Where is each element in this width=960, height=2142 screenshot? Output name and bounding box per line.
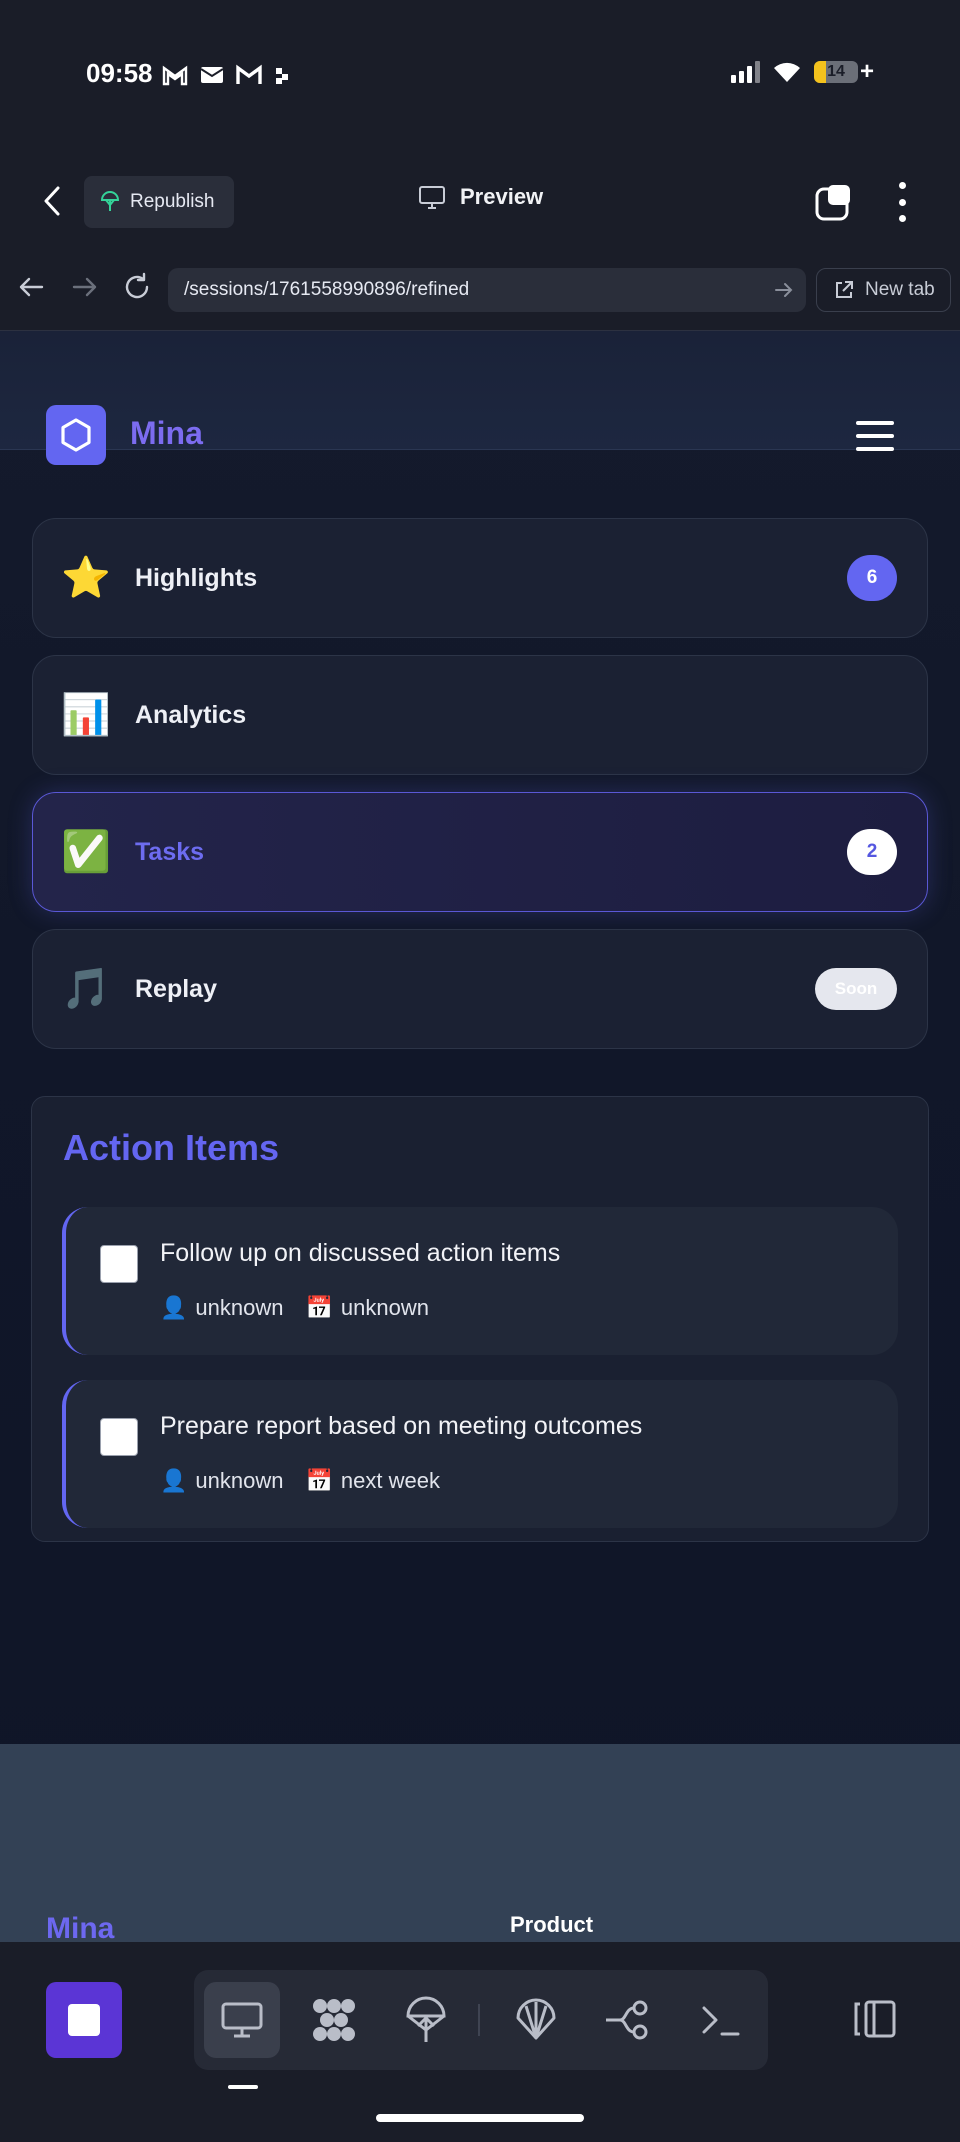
reload-icon[interactable] bbox=[122, 272, 152, 302]
stop-icon bbox=[68, 2004, 100, 2036]
mail-icon bbox=[200, 67, 224, 83]
task-title: Follow up on discussed action items bbox=[160, 1239, 561, 1267]
go-arrow-icon[interactable] bbox=[774, 280, 794, 300]
task-item: Follow up on discussed action items 👤 unk… bbox=[62, 1207, 898, 1355]
new-tab-button[interactable]: New tab bbox=[816, 268, 951, 312]
flow-tool-button[interactable] bbox=[590, 1982, 666, 2058]
split-view-icon[interactable] bbox=[852, 1996, 898, 2042]
signal-icon bbox=[730, 61, 760, 83]
task-due: next week bbox=[340, 1468, 440, 1493]
site-footer: Mina Product bbox=[0, 1744, 960, 1942]
preview-title[interactable]: Preview bbox=[418, 184, 543, 210]
external-link-icon bbox=[836, 281, 853, 298]
menu-item-highlights[interactable]: ⭐ Highlights 6 bbox=[32, 518, 928, 638]
gmail-icon bbox=[162, 65, 188, 86]
toolbar-divider bbox=[478, 2004, 480, 2036]
battery-icon: 14 + bbox=[813, 60, 874, 84]
shell-icon bbox=[516, 1998, 556, 2040]
hamburger-menu-icon[interactable] bbox=[856, 421, 894, 451]
screen: 09:58 14 + Republish Preview /sessions/1… bbox=[0, 0, 960, 2142]
highlights-count-badge: 6 bbox=[847, 555, 897, 601]
task-item: Prepare report based on meeting outcomes… bbox=[62, 1380, 898, 1528]
stop-button[interactable] bbox=[46, 1982, 122, 2058]
app-dots-icon bbox=[276, 68, 288, 84]
site-header: Mina bbox=[0, 331, 960, 465]
brand-name[interactable]: Mina bbox=[130, 415, 203, 452]
menu-item-label: Tasks bbox=[135, 837, 205, 866]
bottom-toolbar bbox=[0, 1942, 960, 2142]
monitor-icon bbox=[221, 2002, 263, 2038]
republish-label: Republish bbox=[130, 191, 215, 212]
status-time: 09:58 bbox=[86, 58, 153, 88]
battery-level: 14 bbox=[827, 63, 845, 80]
back-arrow-icon[interactable] bbox=[16, 272, 46, 302]
task-assignee: unknown bbox=[195, 1295, 284, 1320]
menu-item-analytics[interactable]: 📊 Analytics bbox=[32, 655, 928, 775]
url-input[interactable]: /sessions/1761558990896/refined bbox=[168, 268, 806, 312]
url-text: /sessions/1761558990896/refined bbox=[184, 279, 470, 300]
action-items-panel: Action Items Follow up on discussed acti… bbox=[31, 1096, 929, 1542]
menu-item-label: Analytics bbox=[135, 700, 247, 729]
shell-tool-button[interactable] bbox=[498, 1982, 574, 2058]
calendar-icon: 📅 bbox=[305, 1468, 333, 1493]
task-meta: 👤 unknown 📅 next week bbox=[160, 1468, 440, 1494]
gmail-alt-icon bbox=[236, 64, 262, 84]
menu-item-tasks[interactable]: ✅ Tasks 2 bbox=[32, 792, 928, 912]
grid-icon bbox=[313, 1999, 355, 2041]
task-title: Prepare report based on meeting outcomes bbox=[160, 1412, 643, 1440]
status-bar: 09:58 14 + bbox=[0, 0, 960, 150]
hexagon-logo-icon bbox=[61, 418, 91, 452]
logo[interactable] bbox=[46, 405, 106, 465]
action-items-title: Action Items bbox=[63, 1127, 280, 1168]
check-icon: ✅ bbox=[61, 830, 111, 874]
forward-arrow-icon[interactable] bbox=[70, 272, 100, 302]
menu-item-label: Replay bbox=[135, 974, 217, 1003]
tabs-icon[interactable] bbox=[814, 182, 854, 222]
monitor-tool-button[interactable] bbox=[204, 1982, 280, 2058]
task-checkbox[interactable] bbox=[100, 1418, 138, 1456]
flow-icon bbox=[606, 2000, 648, 2040]
task-assignee: unknown bbox=[195, 1468, 284, 1493]
tool-group bbox=[194, 1970, 768, 2070]
calendar-icon: 📅 bbox=[305, 1295, 333, 1320]
selected-tool-indicator bbox=[228, 2085, 258, 2089]
person-icon: 👤 bbox=[160, 1468, 188, 1493]
republish-icon bbox=[100, 191, 120, 211]
task-checkbox[interactable] bbox=[100, 1245, 138, 1283]
app-header: Republish Preview bbox=[0, 150, 960, 250]
terminal-icon bbox=[702, 2006, 740, 2036]
chart-icon: 📊 bbox=[61, 693, 111, 737]
soon-badge: Soon bbox=[815, 968, 897, 1010]
monitor-icon bbox=[419, 186, 445, 209]
preview-label: Preview bbox=[460, 184, 544, 209]
home-indicator[interactable] bbox=[376, 2114, 584, 2122]
parachute-icon bbox=[406, 1996, 446, 2042]
wifi-icon bbox=[773, 62, 800, 82]
tasks-count-badge: 2 bbox=[847, 829, 897, 875]
task-due: unknown bbox=[340, 1295, 429, 1320]
status-right: 14 + bbox=[730, 60, 874, 84]
republish-button[interactable]: Republish bbox=[84, 176, 234, 228]
browser-bar: /sessions/1761558990896/refined New tab bbox=[0, 250, 960, 331]
page-viewport: Mina ⭐ Highlights 6 📊 Analytics ✅ Tasks … bbox=[0, 331, 960, 1942]
menu-item-label: Highlights bbox=[135, 563, 258, 592]
menu-item-replay[interactable]: 🎵 Replay Soon bbox=[32, 929, 928, 1049]
footer-product-heading: Product bbox=[510, 1912, 594, 1937]
footer-brand[interactable]: Mina bbox=[46, 1912, 114, 1942]
music-icon: 🎵 bbox=[61, 967, 111, 1011]
parachute-tool-button[interactable] bbox=[388, 1982, 464, 2058]
task-meta: 👤 unknown 📅 unknown bbox=[160, 1295, 429, 1321]
back-chevron-icon[interactable] bbox=[38, 184, 68, 218]
more-options-icon[interactable] bbox=[892, 182, 912, 222]
notification-icons bbox=[162, 64, 290, 86]
terminal-tool-button[interactable] bbox=[682, 1982, 758, 2058]
star-icon: ⭐ bbox=[61, 556, 111, 600]
grid-tool-button[interactable] bbox=[296, 1982, 372, 2058]
person-icon: 👤 bbox=[160, 1295, 188, 1320]
new-tab-label: New tab bbox=[865, 279, 935, 300]
